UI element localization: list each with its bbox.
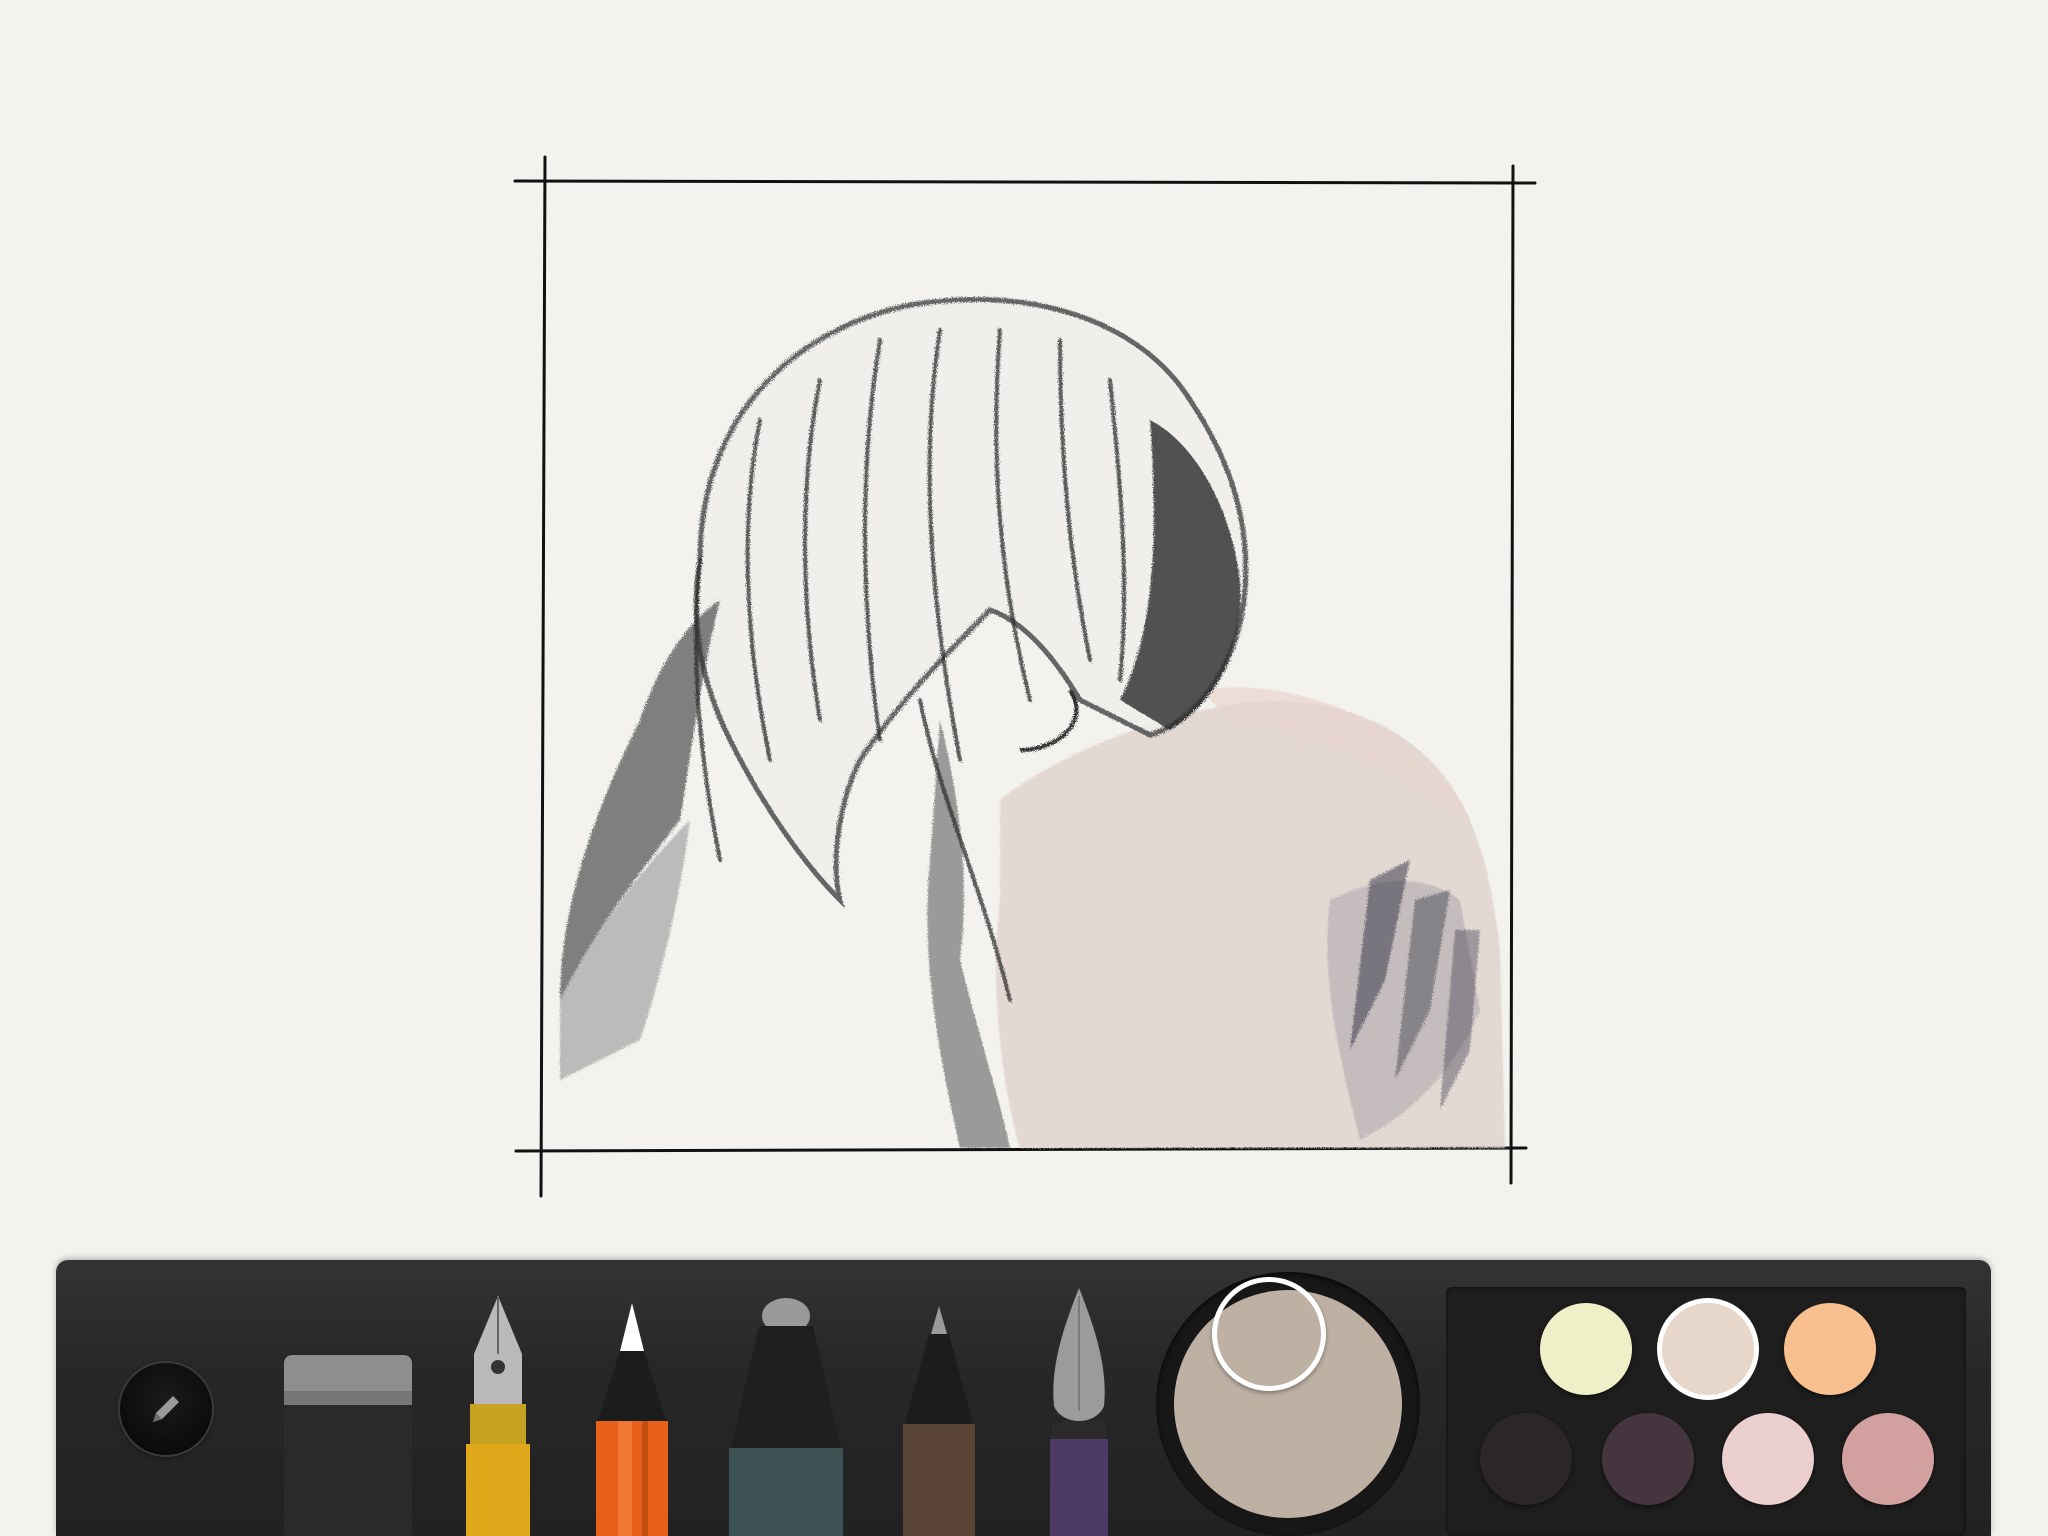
sketch-artwork (513, 155, 1537, 1198)
fineliner-icon (903, 1306, 975, 1536)
swatch-6[interactable] (1842, 1413, 1934, 1505)
drawing-canvas[interactable] (0, 0, 2048, 1260)
fineliner-tool[interactable] (899, 1304, 979, 1536)
marker-icon (729, 1298, 843, 1536)
swatch-1[interactable] (1662, 1303, 1754, 1395)
fountain-pen-tool[interactable] (464, 1294, 532, 1536)
swatch-0[interactable] (1540, 1303, 1632, 1395)
swatch-4[interactable] (1602, 1413, 1694, 1505)
fountain-pen-icon (466, 1296, 530, 1536)
pencil-icon (153, 1396, 179, 1422)
pencil-tool[interactable] (592, 1301, 672, 1536)
sketch-shading (560, 297, 1505, 1148)
color-picker-wheel[interactable] (1156, 1272, 1420, 1536)
pencil-tool-icon (596, 1303, 668, 1536)
main-menu-button[interactable] (120, 1363, 212, 1455)
swatch-2[interactable] (1784, 1303, 1876, 1395)
brush-tool[interactable] (1046, 1286, 1112, 1536)
eraser-icon (284, 1355, 412, 1536)
eraser-tool[interactable] (280, 1351, 416, 1536)
current-color-indicator[interactable] (1212, 1277, 1326, 1391)
swatch-5[interactable] (1722, 1413, 1814, 1505)
color-swatch-panel (1446, 1287, 1966, 1536)
watercolor-brush-icon (1050, 1288, 1108, 1536)
marker-tool[interactable] (723, 1298, 849, 1536)
tool-tray (56, 1260, 1991, 1536)
swatch-3[interactable] (1480, 1413, 1572, 1505)
